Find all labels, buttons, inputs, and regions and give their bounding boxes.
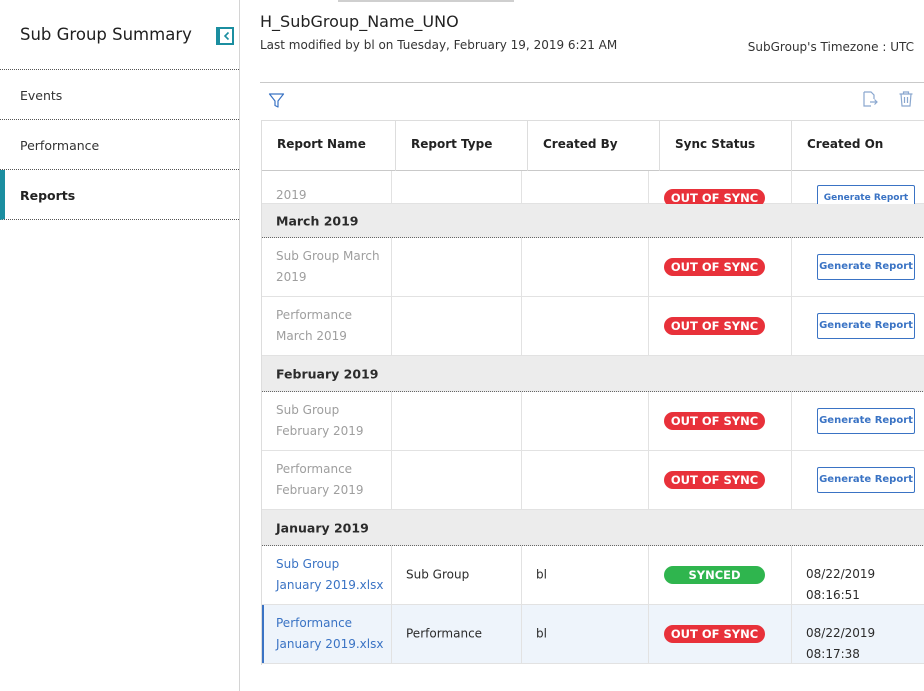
sidebar: Sub Group Summary Events Performance Rep…: [0, 0, 240, 691]
table-row[interactable]: Performance February 2019 OUT OF SYNC Ge…: [262, 451, 924, 510]
created-by-cell: [522, 238, 649, 296]
export-icon[interactable]: [861, 90, 879, 112]
group-row-january-2019[interactable]: January 2019: [262, 510, 924, 546]
group-label: February 2019: [276, 366, 379, 381]
report-name-cell: Sub Group January 2019.xlsx: [262, 546, 392, 604]
created-by-cell: [522, 451, 649, 509]
sync-status-badge: OUT OF SYNC: [664, 412, 765, 430]
sidebar-item-label: Performance: [20, 138, 100, 153]
column-header-created-by[interactable]: Created By: [528, 120, 660, 171]
created-on-cell: Generate Report: [792, 297, 924, 355]
sidebar-item-reports[interactable]: Reports: [0, 170, 239, 220]
report-name: Performance March 2019: [276, 308, 353, 343]
created-by-cell: bl: [522, 546, 649, 604]
created-by-cell: [522, 297, 649, 355]
generate-report-button[interactable]: Generate Report: [817, 313, 915, 339]
reports-table: Report Name Report Type Created By Sync …: [261, 120, 924, 665]
sync-status-badge: OUT OF SYNC: [664, 625, 765, 643]
created-on-time: 08:16:51: [806, 588, 860, 602]
created-on-cell: 08/22/2019 08:17:38: [792, 605, 924, 663]
report-name-cell: Performance February 2019: [262, 451, 392, 509]
report-type-cell: [392, 451, 522, 509]
report-name: 2019: [276, 188, 307, 202]
created-by: bl: [536, 567, 547, 582]
sync-status-cell: OUT OF SYNC: [649, 297, 792, 355]
sync-status-badge: OUT OF SYNC: [664, 317, 765, 335]
timezone-text: SubGroup's Timezone : UTC: [747, 40, 914, 54]
created-by-cell: bl: [522, 605, 649, 663]
report-type-cell: [392, 297, 522, 355]
sidebar-item-label: Events: [20, 88, 63, 103]
sidebar-item-label: Reports: [20, 188, 76, 203]
group-row-march-2019[interactable]: March 2019: [262, 204, 924, 238]
report-name-link[interactable]: Performance January 2019.xlsx: [276, 613, 388, 655]
report-type: Sub Group: [406, 567, 470, 582]
table-row[interactable]: Sub Group January 2019.xlsx Sub Group bl…: [262, 546, 924, 605]
table-header: Report Name Report Type Created By Sync …: [262, 120, 924, 171]
trash-icon[interactable]: [898, 90, 914, 112]
created-on-cell: Generate Report: [792, 451, 924, 509]
report-type-cell: Sub Group: [392, 546, 522, 604]
created-on-date: 08/22/2019: [806, 567, 876, 581]
group-label: March 2019: [276, 213, 359, 228]
group-row-february-2019[interactable]: February 2019: [262, 356, 924, 392]
report-type-cell: [392, 238, 522, 296]
generate-report-button[interactable]: Generate Report: [817, 467, 915, 493]
generate-report-button[interactable]: Generate Report: [817, 408, 915, 434]
column-header-report-name[interactable]: Report Name: [262, 120, 396, 171]
report-name-cell: Sub Group February 2019: [262, 392, 392, 450]
sync-status-cell: OUT OF SYNC: [649, 392, 792, 450]
generate-report-button[interactable]: Generate Report: [817, 254, 915, 280]
sync-status-cell: OUT OF SYNC: [649, 238, 792, 296]
sync-status-cell: OUT OF SYNC: [649, 451, 792, 509]
report-name-cell: Sub Group March 2019: [262, 238, 392, 296]
sync-status-cell: OUT OF SYNC: [649, 605, 792, 663]
chevron-left-icon: [223, 31, 230, 41]
column-header-sync-status[interactable]: Sync Status: [660, 120, 792, 171]
created-on-cell: Generate Report: [792, 392, 924, 450]
group-label: January 2019: [276, 520, 369, 535]
sync-status-cell: SYNCED: [649, 546, 792, 604]
created-on-cell: Generate Report: [792, 238, 924, 296]
table-row[interactable]: Sub Group March 2019 OUT OF SYNC Generat…: [262, 238, 924, 297]
top-tab-indicator: [338, 0, 514, 2]
collapse-sidebar-button[interactable]: [216, 27, 234, 45]
created-on-cell: 08/22/2019 08:16:51: [792, 546, 924, 604]
created-by-cell: [522, 392, 649, 450]
report-name-link[interactable]: Sub Group January 2019.xlsx: [276, 554, 388, 596]
table-row-selected[interactable]: Performance January 2019.xlsx Performanc…: [262, 605, 924, 664]
report-name-cell: Performance January 2019.xlsx: [262, 605, 392, 663]
column-header-created-on[interactable]: Created On: [792, 120, 924, 171]
report-name: Performance February 2019: [276, 462, 364, 497]
sidebar-header: Sub Group Summary: [0, 0, 239, 70]
header-divider: [260, 82, 924, 83]
created-by: bl: [536, 626, 547, 641]
report-name-cell: Performance March 2019: [262, 297, 392, 355]
sync-status-badge: SYNCED: [664, 566, 765, 584]
filter-icon[interactable]: [268, 92, 285, 113]
created-on-time: 08:17:38: [806, 647, 860, 661]
report-type-cell: [392, 392, 522, 450]
sync-status-badge: OUT OF SYNC: [664, 471, 765, 489]
page-title: H_SubGroup_Name_UNO: [260, 12, 459, 31]
report-name: Sub Group March 2019: [276, 249, 380, 284]
column-header-report-type[interactable]: Report Type: [396, 120, 528, 171]
table-row[interactable]: Sub Group February 2019 OUT OF SYNC Gene…: [262, 392, 924, 451]
report-type: Performance: [406, 626, 483, 641]
sidebar-title: Sub Group Summary: [20, 25, 192, 44]
report-type-cell: Performance: [392, 605, 522, 663]
sidebar-item-events[interactable]: Events: [0, 70, 239, 120]
created-on-date: 08/22/2019: [806, 626, 876, 640]
sync-status-badge: OUT OF SYNC: [664, 258, 765, 276]
sidebar-item-performance[interactable]: Performance: [0, 120, 239, 170]
last-modified-text: Last modified by bl on Tuesday, February…: [260, 38, 618, 52]
table-row[interactable]: Performance March 2019 OUT OF SYNC Gener…: [262, 297, 924, 356]
report-name: Sub Group February 2019: [276, 403, 364, 438]
